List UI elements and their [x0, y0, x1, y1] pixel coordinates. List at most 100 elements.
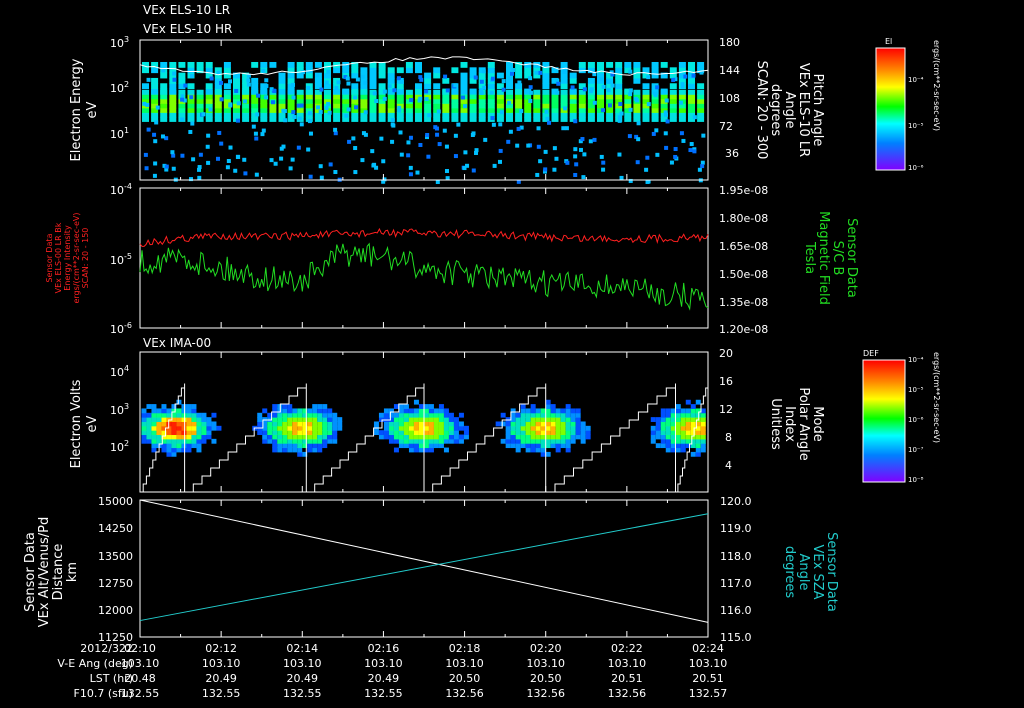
- els-scatter-cell: [509, 71, 514, 76]
- p1-rlabel-0: Pitch Angle: [810, 74, 825, 147]
- els-scatter-cell: [618, 101, 623, 106]
- els-cell: [160, 83, 168, 90]
- ima-cell: [535, 421, 541, 427]
- els-scatter-cell: [374, 99, 379, 104]
- els-scatter-cell: [665, 119, 670, 124]
- els-scatter-cell: [144, 166, 149, 171]
- p4-llabel-2: Distance: [51, 544, 66, 601]
- els-scatter-cell: [291, 95, 296, 100]
- els-scatter-cell: [424, 97, 429, 102]
- ima-cell: [463, 434, 469, 440]
- els-band-cell: [651, 112, 659, 118]
- p3-rlabel-2: Index: [782, 406, 797, 442]
- ima-cell: [267, 434, 273, 440]
- ima-cell: [535, 408, 541, 414]
- els-cell: [314, 77, 322, 84]
- els-cell: [151, 88, 159, 95]
- ima-cell: [383, 430, 389, 436]
- els-cell: [542, 83, 550, 90]
- els-band-cell: [669, 116, 677, 122]
- ima-cell: [327, 412, 333, 418]
- els-band-cell: [624, 103, 632, 109]
- time-axis-footer: 2012/322 V-E Ang (deg) LST (hr) F10.7 (s…: [57, 642, 727, 700]
- els-scatter-cell: [680, 84, 685, 89]
- els-cell: [278, 88, 286, 95]
- ima-cell: [287, 404, 293, 409]
- footer-f107: 132.56: [526, 687, 565, 700]
- els-band-cell: [533, 107, 541, 113]
- els-cell: [424, 77, 432, 84]
- cb1-tick-0: 10⁻⁴: [908, 76, 924, 84]
- ima-cell: [201, 434, 207, 440]
- els-band-cell: [314, 98, 322, 104]
- ima-cell: [297, 434, 303, 440]
- els-scatter-cell: [315, 73, 320, 78]
- els-band-cell: [369, 103, 377, 109]
- ima-cell: [453, 438, 459, 444]
- ima-cell: [530, 404, 536, 409]
- ima-cell: [257, 412, 263, 418]
- ima-cell: [530, 421, 536, 427]
- els-scatter-cell: [219, 80, 224, 85]
- ima-cell: [317, 417, 323, 422]
- els-scatter-cell: [236, 101, 241, 106]
- els-scatter-cell: [191, 157, 196, 162]
- els-band-cell: [642, 112, 650, 118]
- ima-cell: [151, 425, 157, 431]
- els-band-cell: [624, 98, 632, 104]
- els-band-cell: [551, 116, 559, 122]
- els-scatter-cell: [353, 146, 358, 151]
- els-cell: [442, 77, 450, 84]
- els-band-cell: [624, 112, 632, 118]
- ima-cell: [206, 425, 212, 431]
- ima-cell: [650, 425, 656, 431]
- ima-cell: [500, 438, 506, 444]
- els-cell: [469, 67, 477, 74]
- ima-cell: [292, 443, 298, 449]
- els-scatter-cell: [544, 109, 549, 114]
- ima-cell: [287, 438, 293, 444]
- els-scatter-cell: [564, 126, 569, 131]
- ima-cell: [660, 430, 666, 436]
- els-scatter-cell: [543, 167, 548, 172]
- ima-cell: [166, 408, 172, 414]
- els-cell: [314, 61, 322, 68]
- ima-cell: [181, 404, 187, 409]
- els-band-cell: [223, 112, 231, 118]
- els-scatter-cell: [538, 159, 543, 164]
- ima-cell: [398, 408, 404, 414]
- els-band-cell: [360, 103, 368, 109]
- ima-cell: [438, 404, 444, 409]
- els-band-cell: [196, 98, 204, 104]
- ima-cell: [700, 438, 706, 444]
- ima-cell: [423, 447, 429, 453]
- els-scatter-cell: [324, 105, 329, 110]
- cb2-tick-1: 10⁻⁵: [908, 386, 924, 394]
- els-band-cell: [597, 116, 604, 122]
- ima-cell: [418, 417, 424, 422]
- ima-cell: [418, 404, 424, 409]
- ima-cell: [171, 438, 177, 444]
- els-band-cell: [342, 94, 350, 100]
- els-scatter-cell: [183, 83, 188, 88]
- ima-cell: [272, 425, 278, 431]
- els-band-cell: [205, 116, 213, 122]
- ima-cell: [176, 421, 182, 427]
- ima-cell: [196, 430, 202, 436]
- ima-cell: [403, 417, 409, 422]
- els-scatter-cell: [228, 79, 233, 84]
- ima-cell: [388, 430, 394, 436]
- ima-cell: [655, 425, 661, 431]
- els-band-cell: [269, 94, 277, 100]
- els-cell: [624, 61, 632, 68]
- ima-cell: [505, 438, 511, 444]
- els-cell: [615, 77, 623, 84]
- p4-ltick-3: 12750: [98, 577, 133, 590]
- els-scatter-cell: [463, 104, 468, 109]
- ima-cell: [433, 412, 439, 418]
- els-band-cell: [387, 103, 395, 109]
- els-scatter-cell: [510, 68, 515, 73]
- els-band-cell: [651, 103, 659, 109]
- ima-cell: [438, 408, 444, 414]
- els-scatter-cell: [600, 108, 605, 113]
